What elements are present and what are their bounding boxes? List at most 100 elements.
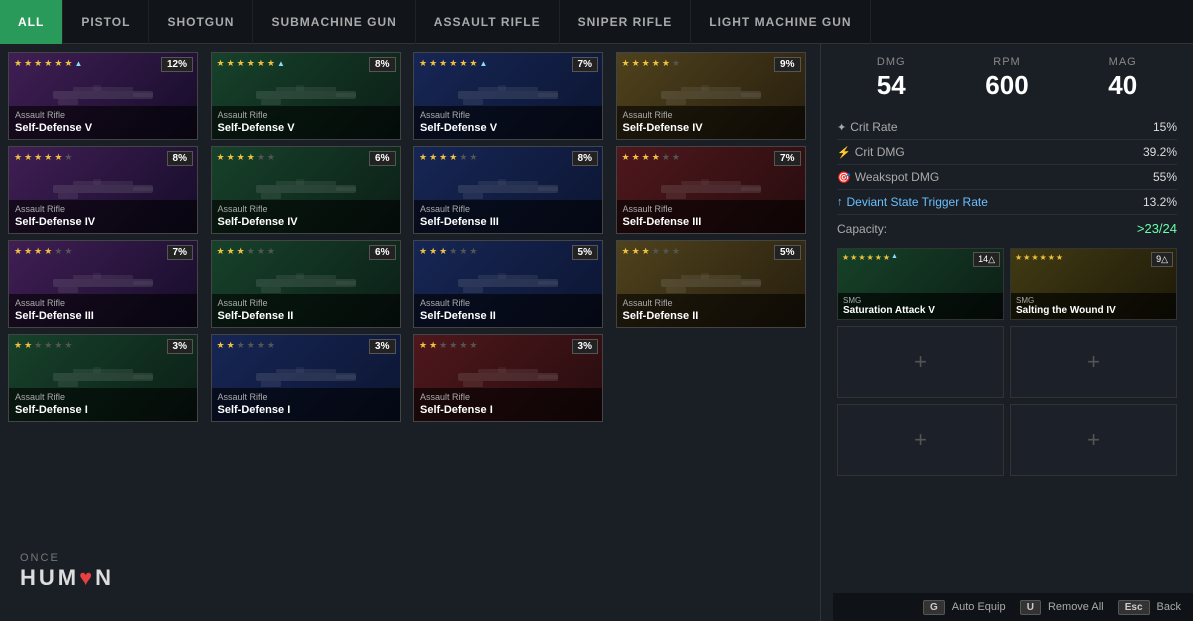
- mod-slot[interactable]: +: [1010, 326, 1177, 398]
- star-empty: ★: [64, 246, 72, 257]
- star-filled: ★: [14, 152, 22, 163]
- mod-type: SMG: [1016, 296, 1171, 305]
- star-up: ▲: [277, 59, 285, 68]
- card-name: Self-Defense III: [15, 309, 191, 323]
- star-empty: ★: [267, 340, 275, 351]
- star-up: ▲: [479, 59, 487, 68]
- rpm-stat: RPM 600: [985, 56, 1028, 101]
- star-empty: ★: [469, 340, 477, 351]
- mod-plus-icon: +: [914, 349, 927, 375]
- star-filled: ★: [662, 58, 670, 69]
- star-filled: ★: [34, 246, 42, 257]
- card-name: Self-Defense I: [218, 403, 394, 417]
- star-filled: ★: [217, 246, 225, 257]
- card-badge: 8%: [167, 151, 193, 166]
- card-badge: 6%: [369, 245, 395, 260]
- star-empty: ★: [64, 340, 72, 351]
- mod-star: ★: [883, 253, 890, 262]
- star-filled: ★: [217, 152, 225, 163]
- star-filled: ★: [419, 246, 427, 257]
- star-empty: ★: [662, 152, 670, 163]
- dmg-label: DMG: [877, 56, 906, 68]
- star-empty: ★: [459, 246, 467, 257]
- tab-sniper-rifle[interactable]: SNIPER RIFLE: [560, 0, 692, 44]
- card-type: Assault Rifle: [15, 204, 191, 215]
- tab-assault-rifle[interactable]: ASSAULT RIFLE: [416, 0, 560, 44]
- back-label: Back: [1157, 601, 1181, 613]
- card-badge: 9%: [774, 57, 800, 72]
- star-filled: ★: [622, 246, 630, 257]
- star-empty: ★: [459, 152, 467, 163]
- card-name: Self-Defense V: [218, 121, 394, 135]
- card-type: Assault Rifle: [218, 204, 394, 215]
- mod-slot[interactable]: 9△★★★★★★SMG Salting the Wound IV: [1010, 248, 1177, 320]
- weapon-card[interactable]: ★★★★★★5%Assault Rifle Self-Defense II: [616, 240, 806, 328]
- weapon-card[interactable]: ★★★★★★▲8%Assault Rifle Self-Defense V: [211, 52, 401, 140]
- tab-all[interactable]: ALL: [0, 0, 63, 44]
- mod-star: ★: [1048, 253, 1055, 262]
- bottom-bar: G Auto Equip U Remove All Esc Back: [833, 593, 1193, 621]
- auto-equip-key: G: [923, 600, 945, 615]
- weapon-card[interactable]: ★★★★★★7%Assault Rifle Self-Defense III: [8, 240, 198, 328]
- weapon-card[interactable]: ★★★★★★8%Assault Rifle Self-Defense IV: [8, 146, 198, 234]
- star-filled: ★: [24, 58, 32, 69]
- rpm-value: 600: [985, 70, 1028, 101]
- star-empty: ★: [267, 246, 275, 257]
- weapon-card[interactable]: ★★★★★★5%Assault Rifle Self-Defense II: [413, 240, 603, 328]
- weapon-card[interactable]: ★★★★★★6%Assault Rifle Self-Defense IV: [211, 146, 401, 234]
- mod-plus-icon: +: [914, 427, 927, 453]
- weapon-card[interactable]: ★★★★★★▲7%Assault Rifle Self-Defense V: [413, 52, 603, 140]
- mod-slot[interactable]: +: [1010, 404, 1177, 476]
- weapon-card[interactable]: ★★★★★★3%Assault Rifle Self-Defense I: [413, 334, 603, 422]
- attribute-row: ✦Crit Rate 15%: [837, 115, 1177, 140]
- mod-star: ★: [850, 253, 857, 262]
- card-type: Assault Rifle: [15, 110, 191, 121]
- weapon-card[interactable]: ★★★★★★9%Assault Rifle Self-Defense IV: [616, 52, 806, 140]
- star-filled: ★: [24, 246, 32, 257]
- star-filled: ★: [54, 58, 62, 69]
- attr-label[interactable]: ↑Deviant State Trigger Rate: [837, 195, 988, 209]
- star-empty: ★: [247, 246, 255, 257]
- star-empty: ★: [449, 246, 457, 257]
- tab-light-machine-gun[interactable]: LIGHT MACHINE GUN: [691, 0, 870, 44]
- weapon-card[interactable]: ★★★★★★8%Assault Rifle Self-Defense III: [413, 146, 603, 234]
- mod-slot[interactable]: +: [837, 326, 1004, 398]
- star-filled: ★: [217, 58, 225, 69]
- star-empty: ★: [44, 340, 52, 351]
- capacity-label: Capacity:: [837, 222, 887, 236]
- back-key: Esc: [1118, 600, 1150, 615]
- star-filled: ★: [632, 152, 640, 163]
- star-empty: ★: [469, 246, 477, 257]
- mod-star: ★: [858, 253, 865, 262]
- tab-shotgun[interactable]: SHOTGUN: [149, 0, 253, 44]
- star-empty: ★: [247, 340, 255, 351]
- attr-value: 39.2%: [1143, 145, 1177, 159]
- weapon-card[interactable]: ★★★★★★6%Assault Rifle Self-Defense II: [211, 240, 401, 328]
- logo-once: ONCE: [20, 552, 114, 565]
- weapon-card[interactable]: ★★★★★★3%Assault Rifle Self-Defense I: [211, 334, 401, 422]
- attr-icon: ↑: [837, 196, 843, 208]
- weapon-card[interactable]: ★★★★★★7%Assault Rifle Self-Defense III: [616, 146, 806, 234]
- weapon-card[interactable]: ★★★★★★3%Assault Rifle Self-Defense I: [8, 334, 198, 422]
- star-empty: ★: [257, 152, 265, 163]
- card-name: Self-Defense II: [420, 309, 596, 323]
- mod-star: ★: [1031, 253, 1038, 262]
- attr-value: 15%: [1153, 120, 1177, 134]
- tab-pistol[interactable]: PISTOL: [63, 0, 149, 44]
- mag-value: 40: [1108, 70, 1137, 101]
- star-filled: ★: [652, 58, 660, 69]
- card-type: Assault Rifle: [623, 110, 799, 121]
- weapon-card[interactable]: ★★★★★★▲12%Assault Rifle Self-Defense V: [8, 52, 198, 140]
- star-filled: ★: [449, 152, 457, 163]
- mod-star-up: ▲: [891, 253, 898, 262]
- star-filled: ★: [247, 152, 255, 163]
- star-filled: ★: [227, 340, 235, 351]
- star-filled: ★: [642, 246, 650, 257]
- mod-slot[interactable]: +: [837, 404, 1004, 476]
- mag-label: MAG: [1108, 56, 1137, 68]
- tab-submachine-gun[interactable]: SUBMACHINE GUN: [253, 0, 415, 44]
- card-name: Self-Defense III: [623, 215, 799, 229]
- card-type: Assault Rifle: [420, 392, 596, 403]
- mod-slot[interactable]: 14△★★★★★★▲SMG Saturation Attack V: [837, 248, 1004, 320]
- card-badge: 8%: [572, 151, 598, 166]
